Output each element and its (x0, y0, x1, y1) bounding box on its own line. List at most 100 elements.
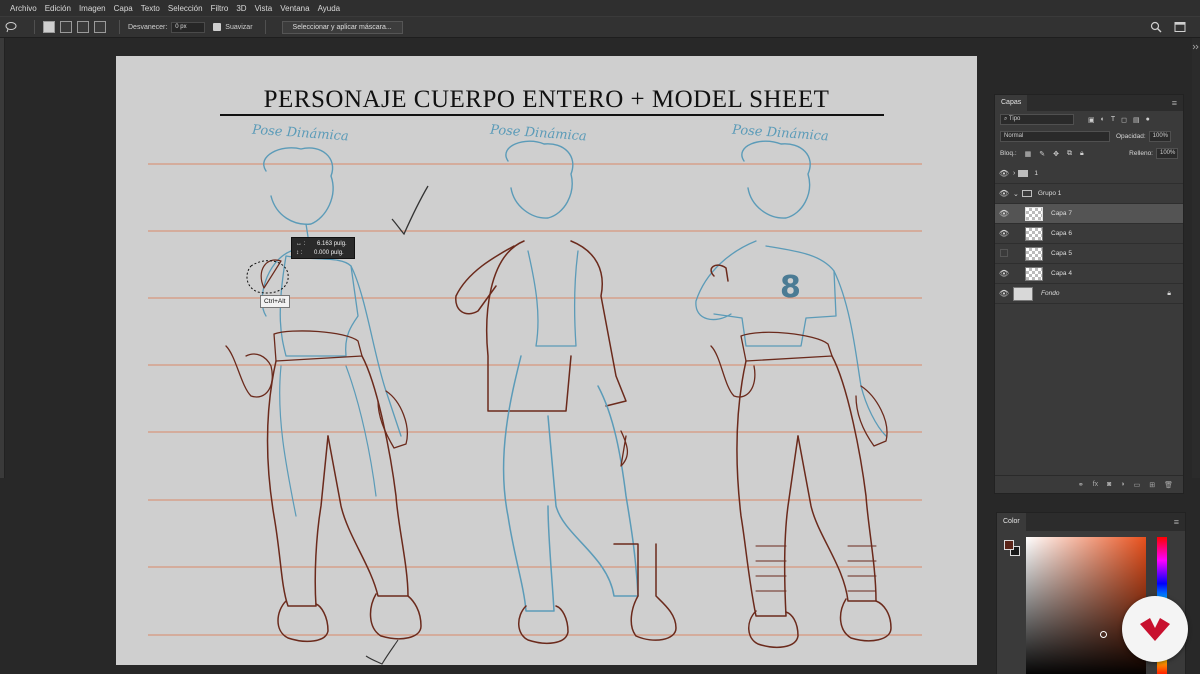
feather-label: Desvanecer: (128, 23, 168, 31)
layer-name: Capa 4 (1051, 270, 1072, 277)
lock-position-icon[interactable]: ✥ (1053, 150, 1059, 158)
layer-name: Capa 7 (1051, 210, 1072, 217)
filter-smart-icon[interactable]: ▤ (1133, 116, 1140, 124)
figure-2-sketch (455, 140, 677, 645)
trash-icon[interactable]: 🗑︎ (1164, 481, 1173, 489)
menu-edicion[interactable]: Edición (45, 4, 71, 13)
visibility-toggle-empty[interactable] (995, 248, 1013, 259)
filter-pixel-icon[interactable]: ▣ (1088, 116, 1095, 124)
layer-row-capa-6[interactable]: 👁︎ Capa 6 (995, 224, 1183, 244)
filter-toggle-icon[interactable]: ● (1146, 116, 1150, 124)
layer-name: 1 (1034, 170, 1038, 177)
layer-name: Capa 6 (1051, 230, 1072, 237)
title-underline (220, 114, 884, 116)
layers-list: 👁︎ › 1 👁︎ ⌄ Grupo 1 👁︎ Capa 7 👁︎ Capa 6 … (995, 164, 1183, 304)
group-expand-icon[interactable]: › (1013, 170, 1015, 177)
add-selection-icon[interactable] (60, 21, 72, 33)
right-dock-strip (1192, 38, 1200, 478)
layer-row-fondo[interactable]: 👁︎ Fondo 🔒︎ (995, 284, 1183, 304)
menu-imagen[interactable]: Imagen (79, 4, 106, 13)
color-panel-menu-icon[interactable]: ≡ (1174, 513, 1179, 531)
add-mask-icon[interactable]: ◙ (1107, 481, 1111, 488)
menu-3d[interactable]: 3D (236, 4, 246, 13)
menu-ventana[interactable]: Ventana (280, 4, 309, 13)
modifier-key-tooltip: Ctrl+Alt (260, 295, 290, 308)
layer-thumbnail (1025, 266, 1043, 281)
layer-filter-row: ⌕ Tipo ▣ ◐ T ◻ ▤ ● (995, 111, 1183, 128)
layer-row-capa-7[interactable]: 👁︎ Capa 7 (995, 204, 1183, 224)
group-collapse-icon[interactable]: ⌄ (1013, 190, 1019, 198)
layer-lock-icon: 🔒︎ (1167, 289, 1171, 297)
menu-texto[interactable]: Texto (141, 4, 160, 13)
panel-menu-icon[interactable]: ≡ (1172, 95, 1177, 111)
layers-footer: ⚭ fx ◙ ◑ ▭ ⊞ 🗑︎ (995, 475, 1183, 493)
layer-thumbnail (1025, 226, 1043, 241)
layer-thumbnail (1013, 286, 1033, 301)
lock-transparent-icon[interactable]: ▦ (1025, 150, 1032, 158)
filter-shape-icon[interactable]: ◻ (1121, 116, 1127, 124)
lock-row: Bloq.: ▦ ✎ ✥ ⧉ 🔒︎ Relleno: 100% (995, 145, 1183, 162)
foreground-swatch[interactable] (1004, 540, 1014, 550)
tab-layers[interactable]: Capas (995, 95, 1028, 111)
smooth-label: Suavizar (225, 23, 253, 31)
layer-row-grupo-1[interactable]: 👁︎ ⌄ Grupo 1 (995, 184, 1183, 204)
lasso-tool-icon[interactable] (4, 21, 18, 33)
workspace-icon[interactable] (1174, 21, 1186, 33)
search-icon[interactable] (1150, 21, 1162, 33)
tab-color[interactable]: Color (997, 513, 1026, 531)
lock-all-icon[interactable]: 🔒︎ (1080, 150, 1084, 158)
layer-name: Fondo (1041, 290, 1060, 297)
layer-filter-select[interactable]: ⌕ Tipo (1000, 114, 1074, 125)
brand-logo-badge (1122, 596, 1188, 662)
menu-archivo[interactable]: Archivo (10, 4, 37, 13)
select-and-mask-button[interactable]: Seleccionar y aplicar máscara... (281, 20, 403, 34)
subtract-selection-icon[interactable] (77, 21, 89, 33)
menu-vista[interactable]: Vista (255, 4, 273, 13)
visibility-eye-icon[interactable]: 👁︎ (995, 289, 1013, 298)
tools-panel-edge[interactable] (0, 38, 5, 478)
adjustment-layer-icon[interactable]: ◑ (1120, 481, 1124, 488)
layer-effects-icon[interactable]: fx (1093, 481, 1098, 488)
visibility-eye-icon[interactable]: 👁︎ (995, 169, 1013, 178)
new-layer-icon[interactable]: ⊞ (1149, 481, 1155, 489)
layer-row-capa-4[interactable]: 👁︎ Capa 4 (995, 264, 1183, 284)
lock-artboard-icon[interactable]: ⧉ (1067, 150, 1072, 158)
menu-ayuda[interactable]: Ayuda (318, 4, 341, 13)
new-selection-icon[interactable] (43, 21, 55, 33)
lock-pixels-icon[interactable]: ✎ (1039, 150, 1045, 158)
new-group-icon[interactable]: ▭ (1134, 481, 1141, 489)
opacity-label: Opacidad: (1116, 133, 1146, 140)
fill-input[interactable]: 100% (1156, 148, 1178, 159)
visibility-eye-icon[interactable]: 👁︎ (995, 189, 1013, 198)
intersect-selection-icon[interactable] (94, 21, 106, 33)
opacity-input[interactable]: 100% (1148, 131, 1171, 142)
smooth-checkbox[interactable] (213, 23, 222, 31)
dock-arrows-icon[interactable] (1192, 44, 1200, 52)
layer-row-group-1[interactable]: 👁︎ › 1 (995, 164, 1183, 184)
filter-type-icon[interactable]: T (1111, 116, 1115, 124)
color-picker-cursor[interactable] (1100, 631, 1107, 638)
filter-adjust-icon[interactable]: ◐ (1101, 116, 1105, 124)
layer-name: Grupo 1 (1037, 190, 1062, 197)
visibility-eye-icon[interactable]: 👁︎ (995, 229, 1013, 238)
menu-capa[interactable]: Capa (114, 4, 133, 13)
folder-icon (1021, 190, 1032, 197)
menu-filtro[interactable]: Filtro (211, 4, 229, 13)
layer-thumbnail (1025, 206, 1043, 221)
visibility-eye-icon[interactable]: 👁︎ (995, 269, 1013, 278)
visibility-eye-icon[interactable]: 👁︎ (995, 209, 1013, 218)
layer-row-capa-5[interactable]: Capa 5 (995, 244, 1183, 264)
options-separator (264, 20, 266, 34)
document-canvas[interactable]: PERSONAJE CUERPO ENTERO + MODEL SHEET Po… (116, 56, 977, 665)
feather-input[interactable]: 0 px (171, 21, 206, 33)
blend-mode-select[interactable]: Normal (1000, 131, 1110, 142)
sheet-title: PERSONAJE CUERPO ENTERO + MODEL SHEET (263, 86, 830, 113)
shirt-number: 8 (780, 270, 801, 305)
menu-seleccion[interactable]: Selección (168, 4, 203, 13)
lock-label: Bloq.: (1000, 150, 1017, 157)
layers-panel: Capas ≡ ⌕ Tipo ▣ ◐ T ◻ ▤ ● Normal Opacid… (994, 94, 1184, 494)
folder-icon (1018, 170, 1029, 177)
link-layers-icon[interactable]: ⚭ (1078, 481, 1084, 489)
photoshop-window: Archivo Edición Imagen Capa Texto Selecc… (0, 0, 1200, 674)
menu-bar: Archivo Edición Imagen Capa Texto Selecc… (0, 0, 1200, 16)
